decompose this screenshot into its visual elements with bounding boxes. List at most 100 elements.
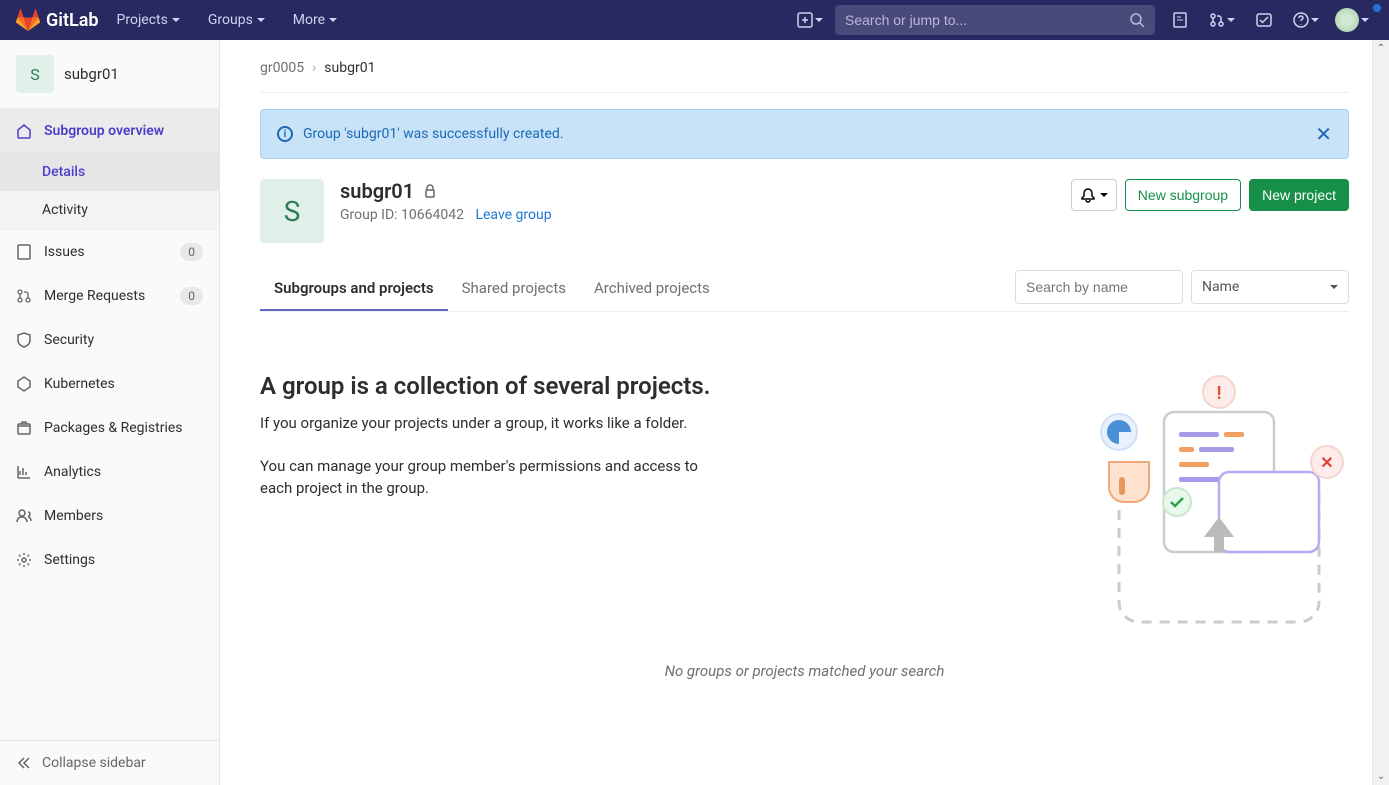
sidebar-context[interactable]: S subgr01: [0, 40, 219, 108]
nav-issues-icon[interactable]: [1163, 6, 1197, 34]
sidebar-item-label: Security: [44, 332, 94, 348]
nav-help-dropdown[interactable]: [1289, 6, 1323, 34]
nav-projects[interactable]: Projects: [107, 0, 190, 40]
gitlab-logo[interactable]: GitLab: [16, 8, 99, 32]
sidebar-item-label: Merge Requests: [44, 288, 145, 304]
chevron-down-icon: [172, 18, 180, 22]
sidebar-item-settings[interactable]: Settings: [0, 538, 219, 582]
group-id: Group ID: 10664042: [340, 207, 464, 223]
svg-text:✕: ✕: [1320, 453, 1333, 472]
scroll-up-button[interactable]: ⌃: [1373, 40, 1389, 57]
leave-group-link[interactable]: Leave group: [475, 207, 551, 223]
breadcrumb-separator: ›: [312, 60, 316, 76]
nav-groups[interactable]: Groups: [198, 0, 275, 40]
members-icon: [16, 508, 32, 524]
no-results-text: No groups or projects matched your searc…: [260, 662, 1349, 680]
empty-paragraph-1: If you organize your projects under a gr…: [260, 412, 720, 435]
mr-count-badge: 0: [180, 287, 203, 305]
brand-text: GitLab: [46, 10, 99, 31]
user-avatar: [1335, 8, 1359, 32]
new-project-button[interactable]: New project: [1249, 179, 1349, 211]
sidebar-group-name: subgr01: [64, 65, 119, 83]
global-search[interactable]: [835, 5, 1155, 35]
top-navbar: GitLab Projects Groups More: [0, 0, 1389, 40]
sidebar-item-analytics[interactable]: Analytics: [0, 450, 219, 494]
package-icon: [16, 420, 32, 436]
sidebar-item-label: Subgroup overview: [44, 123, 164, 139]
sidebar-item-label: Kubernetes: [44, 376, 115, 392]
sidebar-item-packages[interactable]: Packages & Registries: [0, 406, 219, 450]
sidebar-sub-details[interactable]: Details: [0, 153, 219, 191]
chevron-down-icon: [1330, 285, 1338, 289]
scrollbar[interactable]: ⌃ ⌄: [1372, 40, 1389, 785]
empty-heading: A group is a collection of several proje…: [260, 372, 720, 400]
info-icon: i: [277, 126, 293, 142]
tanuki-icon: [16, 8, 40, 32]
svg-text:!: !: [1217, 383, 1222, 404]
sidebar-item-members[interactable]: Members: [0, 494, 219, 538]
search-input[interactable]: [845, 12, 1129, 28]
scroll-down-button[interactable]: ⌄: [1373, 768, 1389, 785]
success-alert: i Group 'subgr01' was successfully creat…: [260, 109, 1349, 159]
tab-shared-projects[interactable]: Shared projects: [448, 267, 580, 311]
chevron-down-icon: [1311, 18, 1319, 22]
chevron-down-icon: [1361, 18, 1369, 22]
tab-archived-projects[interactable]: Archived projects: [580, 267, 724, 311]
group-header: S subgr01 Group ID: 10664042 Leave group: [260, 179, 1349, 243]
sidebar-item-label: Members: [44, 508, 103, 524]
tabs-row: Subgroups and projects Shared projects A…: [260, 267, 1349, 312]
breadcrumb: gr0005 › subgr01: [260, 60, 1349, 92]
kubernetes-icon: [16, 376, 32, 392]
alert-close-button[interactable]: ✕: [1315, 124, 1332, 144]
collapse-sidebar-button[interactable]: Collapse sidebar: [0, 741, 219, 785]
alert-text: Group 'subgr01' was successfully created…: [303, 126, 564, 142]
notification-dropdown[interactable]: [1071, 179, 1117, 211]
issues-count-badge: 0: [180, 243, 203, 261]
sidebar-item-merge-requests[interactable]: Merge Requests 0: [0, 274, 219, 318]
breadcrumb-current: subgr01: [324, 60, 375, 76]
empty-illustration: ! ✕: [1089, 372, 1349, 632]
breadcrumb-parent[interactable]: gr0005: [260, 60, 304, 76]
collapse-icon: [16, 755, 32, 771]
sidebar-item-issues[interactable]: Issues 0: [0, 230, 219, 274]
sidebar-item-label: Issues: [44, 244, 85, 260]
home-icon: [16, 123, 32, 139]
nav-plus-dropdown[interactable]: [793, 6, 827, 34]
sort-label: Name: [1202, 279, 1239, 295]
sidebar-item-label: Packages & Registries: [44, 420, 183, 436]
nav-todos-icon[interactable]: [1247, 6, 1281, 34]
search-by-name-input[interactable]: [1015, 270, 1183, 304]
chevron-down-icon: [329, 18, 337, 22]
nav-more[interactable]: More: [283, 0, 347, 40]
merge-request-icon: [16, 288, 32, 304]
chevron-down-icon: [1227, 18, 1235, 22]
empty-state: A group is a collection of several proje…: [260, 372, 1349, 632]
nav-merge-requests-icon[interactable]: [1205, 6, 1239, 34]
group-avatar: S: [260, 179, 324, 243]
chart-icon: [16, 464, 32, 480]
group-name: subgr01: [340, 179, 414, 203]
sidebar-item-overview[interactable]: Subgroup overview: [0, 109, 219, 153]
chevron-down-icon: [257, 18, 265, 22]
shield-icon: [16, 332, 32, 348]
search-icon: [1129, 12, 1145, 28]
sidebar-item-label: Settings: [44, 552, 95, 568]
gear-icon: [16, 552, 32, 568]
sort-dropdown[interactable]: Name: [1191, 270, 1349, 304]
sidebar-item-label: Analytics: [44, 464, 101, 480]
chevron-down-icon: [815, 18, 823, 22]
sidebar-item-security[interactable]: Security: [0, 318, 219, 362]
plus-box-icon: [797, 12, 813, 28]
bell-icon: [1080, 187, 1096, 203]
new-subgroup-button[interactable]: New subgroup: [1125, 179, 1241, 211]
nav-user-dropdown[interactable]: [1331, 6, 1373, 34]
sidebar-sub-activity[interactable]: Activity: [0, 191, 219, 229]
empty-paragraph-2: You can manage your group member's permi…: [260, 455, 720, 500]
main-content: gr0005 › subgr01 i Group 'subgr01' was s…: [220, 40, 1389, 785]
tab-subgroups-projects[interactable]: Subgroups and projects: [260, 267, 448, 311]
sidebar-item-kubernetes[interactable]: Kubernetes: [0, 362, 219, 406]
collapse-label: Collapse sidebar: [42, 755, 146, 771]
issues-icon: [16, 244, 32, 260]
lock-icon: [422, 183, 438, 199]
chevron-down-icon: [1100, 193, 1108, 197]
